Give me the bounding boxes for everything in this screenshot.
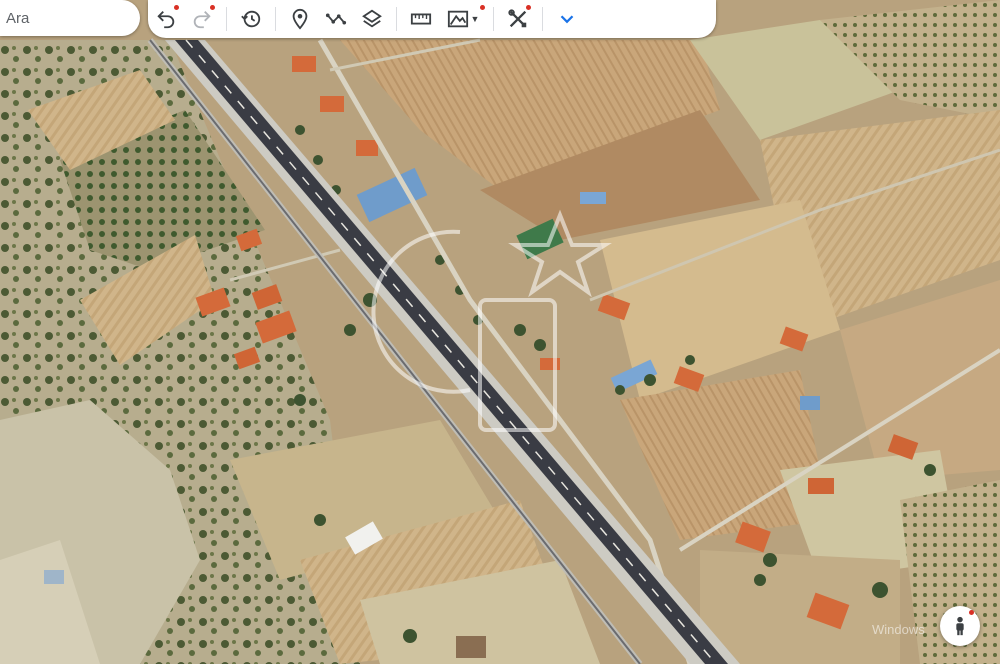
layers-icon: [362, 9, 382, 28]
tools-badge: [526, 5, 531, 10]
history-icon: [241, 10, 261, 28]
layers-button[interactable]: [354, 1, 390, 37]
chevron-down-icon: [560, 15, 574, 24]
search-box[interactable]: [0, 0, 140, 36]
toolbar-separator: [542, 7, 543, 31]
search-input[interactable]: [0, 9, 126, 27]
placemark-icon: [292, 8, 308, 30]
map-imagery: [0, 0, 1000, 664]
history-button[interactable]: [233, 1, 269, 37]
toolbar-separator: [226, 7, 227, 31]
toolbar-separator: [493, 7, 494, 31]
street-view-icon: [956, 616, 964, 636]
street-view-button[interactable]: [940, 606, 980, 646]
redo-button[interactable]: [184, 1, 220, 37]
tools-icon: [508, 9, 527, 28]
undo-button[interactable]: [148, 1, 184, 37]
ruler-icon: [410, 13, 432, 25]
tools-button[interactable]: [500, 1, 536, 37]
street-view-badge: [969, 610, 974, 615]
satellite-map[interactable]: [0, 0, 1000, 664]
elevation-dropdown[interactable]: ▼: [439, 1, 487, 37]
redo-icon: [193, 11, 211, 29]
path-icon: [325, 13, 347, 25]
elevation-icon: [447, 10, 468, 28]
path-button[interactable]: [318, 1, 354, 37]
map-toolbar: ▼: [148, 0, 716, 38]
os-watermark: Windows: [872, 622, 925, 637]
undo-icon: [157, 11, 175, 29]
elevation-badge: [480, 5, 485, 10]
toolbar-separator: [275, 7, 276, 31]
ruler-button[interactable]: [403, 1, 439, 37]
toolbar-separator: [396, 7, 397, 31]
expand-toolbar-button[interactable]: [549, 1, 585, 37]
redo-badge: [210, 5, 215, 10]
undo-badge: [174, 5, 179, 10]
placemark-button[interactable]: [282, 1, 318, 37]
caret-down-icon: ▼: [470, 14, 480, 24]
